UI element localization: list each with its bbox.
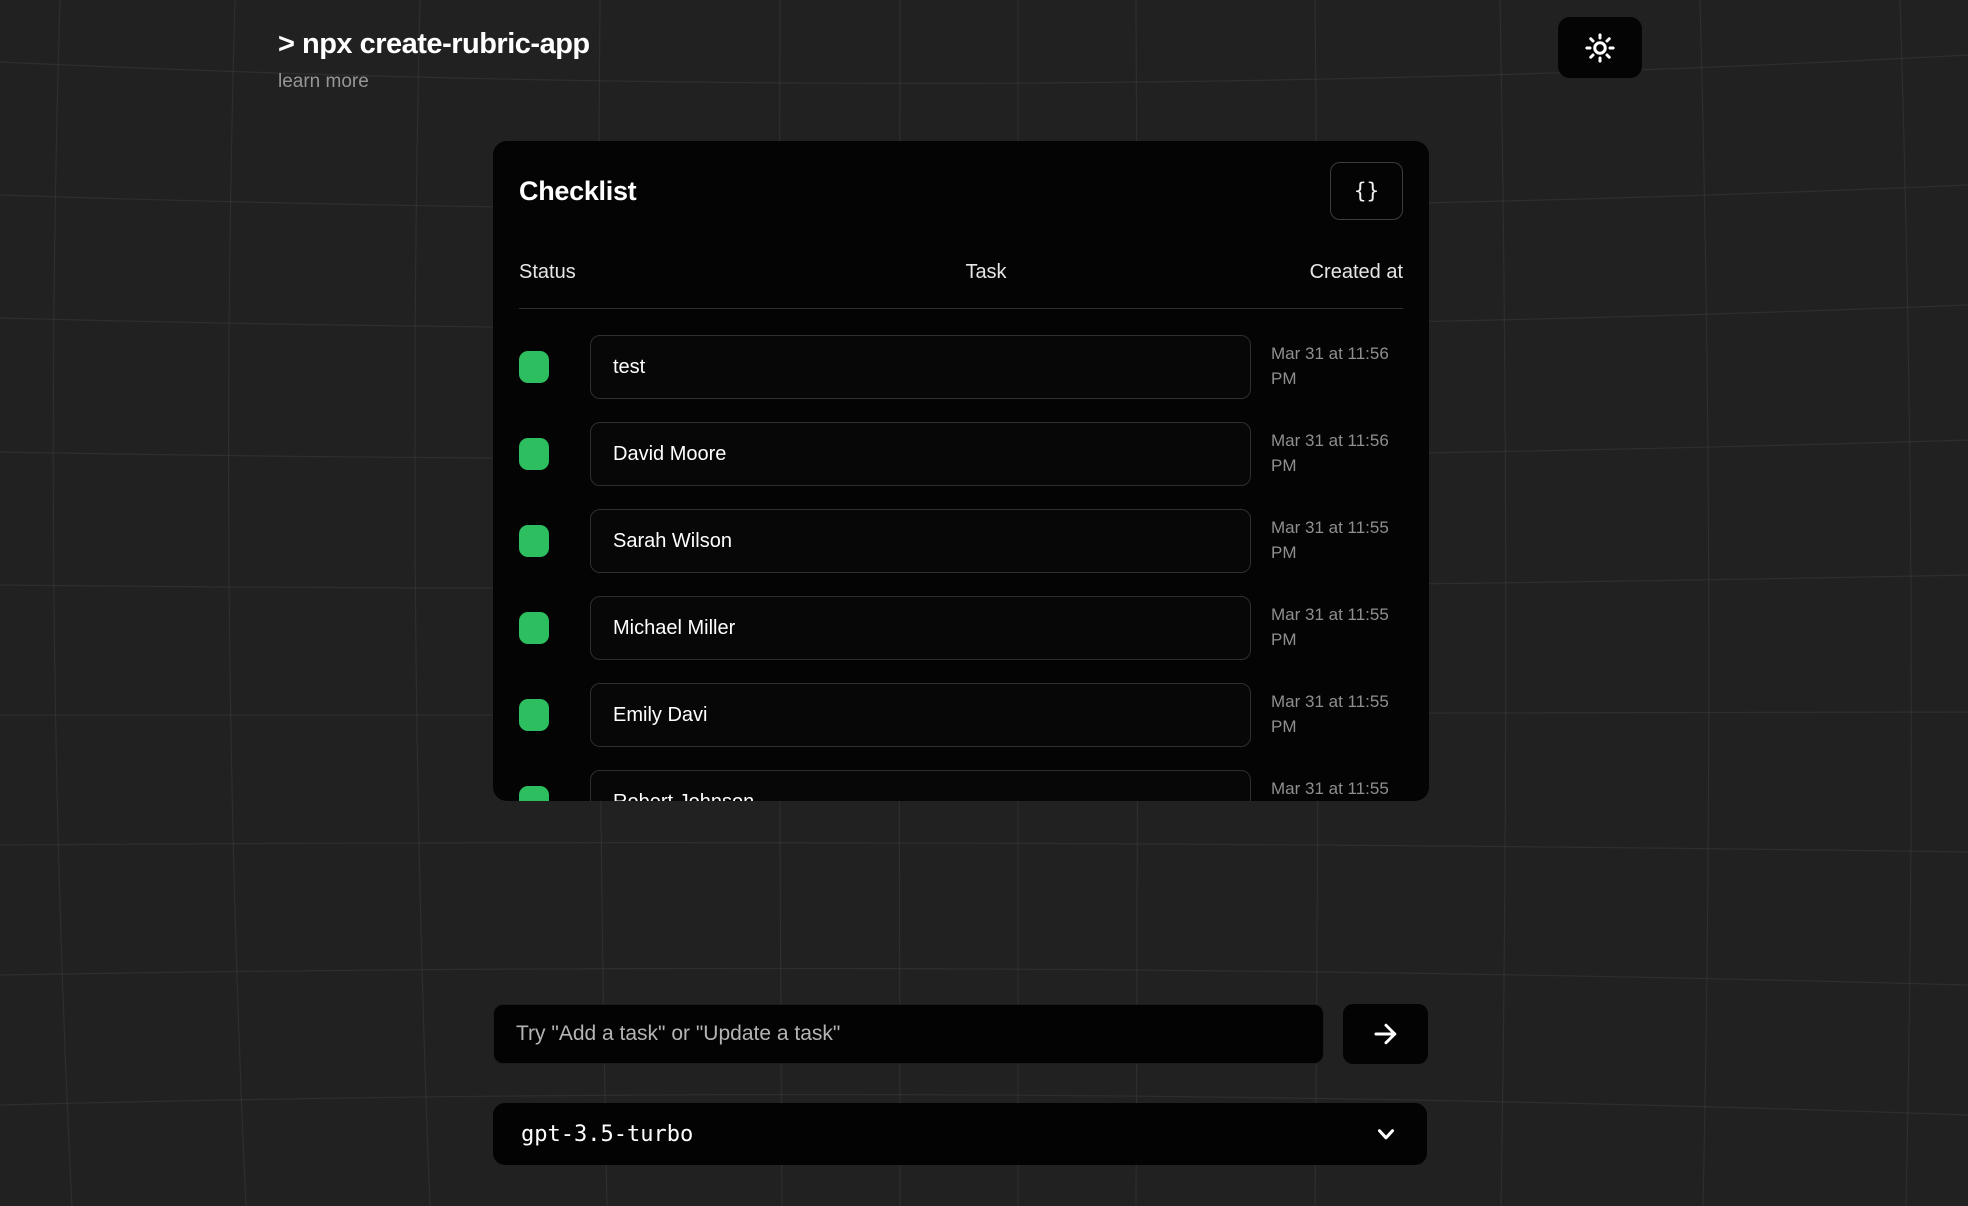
task-row: Mar 31 at 11:56 PM <box>519 335 1403 399</box>
arrow-right-icon <box>1371 1019 1401 1049</box>
task-command-input[interactable] <box>493 1004 1324 1064</box>
theme-toggle-button[interactable] <box>1558 17 1642 78</box>
task-status-checkbox[interactable] <box>519 699 549 731</box>
task-status-checkbox[interactable] <box>519 351 549 383</box>
task-status-checkbox[interactable] <box>519 525 549 557</box>
task-status-checkbox[interactable] <box>519 786 549 801</box>
column-header-created-at: Created at <box>1213 261 1403 284</box>
app-title: > npx create-rubric-app <box>278 28 590 61</box>
model-select[interactable]: gpt-3.5-turbo <box>493 1103 1427 1165</box>
task-created-at: Mar 31 at 11:56 PM <box>1271 429 1403 478</box>
task-created-at: Mar 31 at 11:55 PM <box>1271 603 1403 652</box>
header: > npx create-rubric-app learn more <box>278 28 590 93</box>
app-root: > npx create-rubric-app learn more Check… <box>0 0 1968 1206</box>
checklist-title: Checklist <box>519 176 636 207</box>
task-created-at: Mar 31 at 11:55 PM <box>1271 777 1403 801</box>
column-header-status: Status <box>519 261 759 284</box>
learn-more-link[interactable]: learn more <box>278 71 369 93</box>
task-created-at: Mar 31 at 11:55 PM <box>1271 516 1403 565</box>
task-row: Mar 31 at 11:56 PM <box>519 422 1403 486</box>
chevron-down-icon <box>1373 1121 1399 1147</box>
task-row: Mar 31 at 11:55 PM <box>519 596 1403 660</box>
task-row: Mar 31 at 11:55 PM <box>519 509 1403 573</box>
task-created-at: Mar 31 at 11:56 PM <box>1271 342 1403 391</box>
header-divider <box>519 308 1403 309</box>
task-status-checkbox[interactable] <box>519 438 549 470</box>
task-name-input[interactable] <box>590 683 1251 747</box>
column-header-task: Task <box>759 261 1213 284</box>
checklist-header: Checklist {} <box>519 161 1403 221</box>
checklist-panel: Checklist {} Status Task Created at Mar … <box>493 141 1429 801</box>
task-name-input[interactable] <box>590 596 1251 660</box>
task-row: Mar 31 at 11:55 PM <box>519 683 1403 747</box>
table-header-row: Status Task Created at <box>519 261 1403 284</box>
task-created-at: Mar 31 at 11:55 PM <box>1271 690 1403 739</box>
task-name-input[interactable] <box>590 770 1251 801</box>
model-select-value: gpt-3.5-turbo <box>521 1122 693 1147</box>
task-list: Mar 31 at 11:56 PM Mar 31 at 11:56 PM Ma… <box>519 335 1403 801</box>
task-name-input[interactable] <box>590 509 1251 573</box>
task-name-input[interactable] <box>590 335 1251 399</box>
sun-icon <box>1585 33 1615 63</box>
json-view-button[interactable]: {} <box>1330 162 1403 220</box>
task-name-input[interactable] <box>590 422 1251 486</box>
submit-command-button[interactable] <box>1343 1004 1428 1064</box>
task-row: Mar 31 at 11:55 PM <box>519 770 1403 801</box>
task-status-checkbox[interactable] <box>519 612 549 644</box>
